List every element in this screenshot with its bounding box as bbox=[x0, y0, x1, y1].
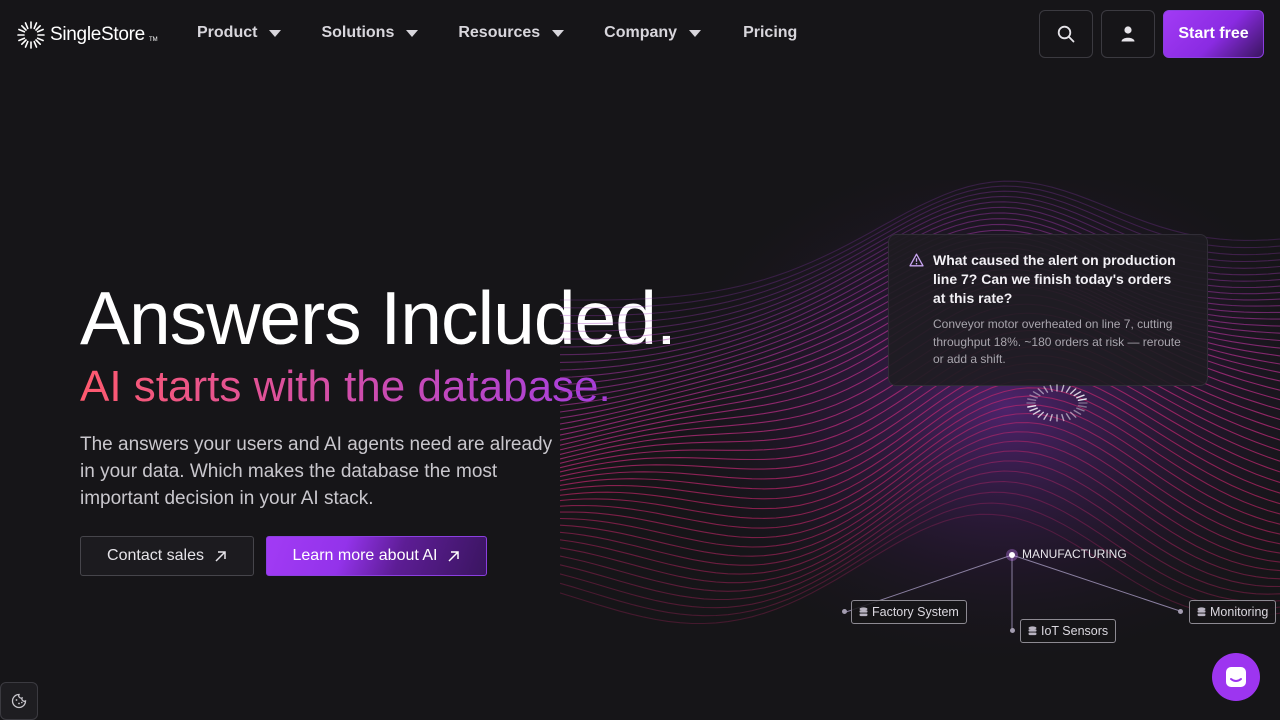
graph-node-factory-system: Factory System bbox=[851, 600, 967, 624]
chat-launcher-button[interactable] bbox=[1212, 653, 1260, 701]
spinner-tick bbox=[1073, 391, 1082, 397]
database-icon bbox=[1028, 626, 1037, 636]
graph-node-dot bbox=[1178, 609, 1183, 614]
hero-description: The answers your users and AI agents nee… bbox=[80, 434, 553, 509]
nav-item-label: Solutions bbox=[321, 24, 395, 41]
contact-sales-label: Contact sales bbox=[107, 547, 204, 564]
chevron-down-icon bbox=[689, 29, 702, 37]
spinner-tick bbox=[1027, 405, 1037, 408]
nav-item-label: Product bbox=[197, 24, 258, 41]
nav-item-label: Resources bbox=[458, 24, 541, 41]
nav-item-solutions[interactable]: Solutions bbox=[321, 24, 419, 42]
chevron-down-icon bbox=[269, 29, 282, 37]
chevron-down-icon bbox=[406, 29, 419, 37]
database-icon bbox=[1197, 607, 1206, 617]
alert-question: What caused the alert on production line… bbox=[933, 252, 1176, 306]
nav-item-pricing[interactable]: Pricing bbox=[743, 24, 797, 42]
learn-more-ai-button[interactable]: Learn more about AI bbox=[266, 536, 487, 576]
database-icon bbox=[859, 607, 868, 617]
search-icon bbox=[1057, 25, 1075, 43]
graph-node-label: IoT Sensors bbox=[1041, 624, 1109, 638]
spinner-tick bbox=[1032, 409, 1041, 415]
spinner-tick bbox=[1077, 405, 1087, 408]
loading-spinner-icon bbox=[1026, 384, 1088, 422]
nav-links: Product Solutions Resources Company Pric… bbox=[197, 24, 837, 42]
spinner-tick bbox=[1073, 409, 1082, 415]
spinner-tick bbox=[1049, 384, 1053, 393]
nav-item-company[interactable]: Company bbox=[604, 24, 702, 42]
spinner-tick bbox=[1027, 398, 1037, 401]
brand-name: SingleStore bbox=[50, 24, 145, 45]
search-button[interactable] bbox=[1039, 10, 1093, 58]
spinner-tick bbox=[1029, 394, 1038, 399]
chat-icon bbox=[1226, 667, 1246, 687]
spinner-tick bbox=[1032, 391, 1041, 397]
spinner-tick bbox=[1061, 414, 1065, 422]
hero-subtitle: AI starts with the database. bbox=[80, 362, 611, 411]
alert-answer: Conveyor motor overheated on line 7, cut… bbox=[933, 317, 1181, 366]
cookie-settings-button[interactable] bbox=[0, 682, 38, 720]
spinner-tick bbox=[1043, 413, 1049, 420]
spinner-tick bbox=[1043, 386, 1049, 393]
nav-item-label: Company bbox=[604, 24, 678, 41]
spinner-tick bbox=[1037, 411, 1044, 418]
spinner-tick bbox=[1049, 414, 1053, 422]
graph-node-iot-sensors: IoT Sensors bbox=[1020, 619, 1117, 643]
graph-node-label: Monitoring bbox=[1210, 605, 1269, 619]
spinner-tick bbox=[1070, 388, 1077, 395]
contact-sales-button[interactable]: Contact sales bbox=[80, 536, 254, 576]
singlestore-logo[interactable]: SingleStore TM bbox=[16, 20, 158, 50]
warning-icon bbox=[909, 253, 924, 267]
brand-trademark: TM bbox=[148, 37, 158, 43]
spinner-tick bbox=[1065, 413, 1071, 420]
graph-node-monitoring: Monitoring bbox=[1189, 600, 1277, 624]
spinner-tick bbox=[1076, 394, 1085, 399]
learn-more-label: Learn more about AI bbox=[292, 547, 438, 564]
spinner-tick bbox=[1029, 407, 1038, 412]
ai-answer-card: What caused the alert on production line… bbox=[888, 234, 1208, 386]
arrow-up-right-icon bbox=[448, 550, 460, 562]
spinner-tick bbox=[1076, 407, 1085, 412]
graph-node-label: Factory System bbox=[872, 605, 959, 619]
user-icon bbox=[1121, 26, 1135, 42]
spinner-tick bbox=[1077, 398, 1087, 401]
nav-item-label: Pricing bbox=[743, 24, 798, 41]
arrow-up-right-icon bbox=[215, 550, 226, 562]
account-button[interactable] bbox=[1101, 10, 1155, 58]
spinner-tick bbox=[1037, 388, 1044, 395]
cookie-icon bbox=[11, 693, 27, 709]
spinner-tick bbox=[1070, 411, 1077, 418]
nav-item-product[interactable]: Product bbox=[197, 24, 282, 42]
graph-node-dot bbox=[842, 609, 847, 614]
graph-node-dot bbox=[1010, 628, 1015, 633]
singlestore-logo-icon bbox=[17, 21, 45, 49]
start-free-button[interactable]: Start free bbox=[1163, 10, 1264, 58]
spinner-tick bbox=[1065, 386, 1071, 393]
nav-item-resources[interactable]: Resources bbox=[458, 24, 565, 42]
spinner-tick bbox=[1061, 384, 1065, 393]
graph-hub-label: MANUFACTURING bbox=[1022, 547, 1127, 561]
chevron-down-icon bbox=[552, 29, 565, 37]
top-navigation: SingleStore TM Product Solutions Resourc… bbox=[0, 0, 1280, 68]
